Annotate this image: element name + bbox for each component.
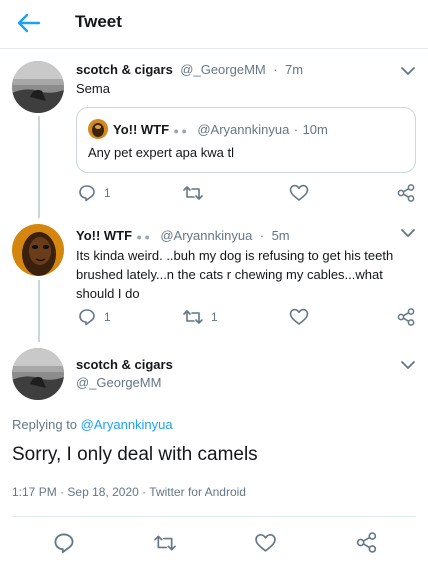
share-icon[interactable]	[356, 532, 377, 553]
tweet-time[interactable]: 5m	[272, 228, 290, 243]
back-arrow-icon[interactable]	[14, 11, 42, 35]
quoted-avatar	[88, 119, 108, 139]
tweet-text: Sema	[76, 81, 110, 96]
author-handle[interactable]: @Aryannkinyua	[160, 228, 252, 243]
retweet-button[interactable]: 1	[183, 308, 218, 326]
avatar[interactable]	[12, 61, 64, 113]
heart-icon	[289, 308, 309, 325]
tweet-meta: 1:17 PM · Sep 18, 2020 · Twitter for And…	[12, 485, 246, 499]
eyes-emoji-icon: ● ●	[173, 126, 187, 136]
separator-dot: ·	[273, 62, 278, 77]
top-bar	[0, 0, 428, 49]
avatar[interactable]	[12, 224, 64, 276]
tweet-author-line: scotch & cigars @_GeorgeMM · 7m	[76, 61, 303, 79]
quoted-author-line: Yo!! WTF ● ● @Aryannkinyua · 10m	[113, 121, 328, 139]
share-icon[interactable]	[397, 184, 415, 202]
share-icon[interactable]	[397, 308, 415, 326]
thread-line	[38, 116, 40, 218]
quoted-tweet-text: Any pet expert apa kwa tl	[88, 145, 234, 160]
eyes-emoji-icon: ● ●	[136, 232, 150, 242]
tweet-time[interactable]: 7m	[285, 62, 303, 77]
separator-dot: ·	[142, 485, 147, 499]
retweet-icon	[183, 186, 203, 200]
replying-to: Replying to @Aryannkinyua	[12, 417, 173, 432]
tweet-client[interactable]: Twitter for Android	[149, 485, 246, 499]
reply-button[interactable]: 1	[78, 308, 111, 326]
reply-count: 1	[104, 310, 111, 324]
quoted-tweet[interactable]	[76, 107, 416, 173]
tweet-time: 1:17 PM	[12, 485, 57, 499]
chevron-down-icon[interactable]	[400, 227, 416, 239]
chevron-down-icon[interactable]	[400, 359, 416, 371]
reply-button[interactable]: 1	[78, 184, 111, 202]
page-title: Tweet	[75, 12, 122, 31]
retweet-button[interactable]	[183, 184, 211, 202]
like-button[interactable]	[289, 184, 317, 202]
author-name[interactable]: scotch & cigars	[76, 62, 173, 77]
divider	[12, 516, 416, 517]
author-handle[interactable]: @_GeorgeMM	[180, 62, 265, 77]
reply-icon[interactable]	[53, 532, 75, 554]
thread-line	[38, 280, 40, 342]
separator-dot: ·	[259, 228, 265, 243]
retweet-count: 1	[211, 310, 218, 324]
reply-icon	[79, 185, 95, 202]
chevron-down-icon[interactable]	[400, 65, 416, 77]
retweet-icon	[183, 310, 203, 324]
quoted-author-handle: @Aryannkinyua	[197, 122, 290, 137]
separator-dot: ·	[293, 122, 299, 137]
author-handle[interactable]: @_GeorgeMM	[76, 375, 161, 390]
replying-to-prefix: Replying to	[12, 417, 81, 432]
quoted-tweet-time: 10m	[302, 122, 328, 137]
tweet-date: Sep 18, 2020	[67, 485, 139, 499]
main-tweet-text: Sorry, I only deal with camels	[12, 444, 258, 465]
retweet-icon[interactable]	[153, 533, 177, 553]
replying-to-link[interactable]: @Aryannkinyua	[81, 417, 173, 432]
tweet-author-line: Yo!! WTF ● ● @Aryannkinyua · 5m	[76, 227, 290, 245]
heart-icon	[289, 184, 309, 201]
quoted-author-name: Yo!! WTF	[113, 122, 170, 137]
heart-icon[interactable]	[254, 533, 277, 553]
author-name[interactable]: scotch & cigars	[76, 357, 173, 372]
like-button[interactable]	[289, 308, 317, 326]
avatar[interactable]	[12, 348, 64, 400]
reply-count: 1	[104, 186, 111, 200]
tweet-text: Its kinda weird. ..buh my dog is refusin…	[76, 248, 394, 301]
reply-icon	[79, 309, 95, 326]
author-name[interactable]: Yo!! WTF	[76, 228, 132, 243]
separator-dot: ·	[60, 485, 65, 499]
